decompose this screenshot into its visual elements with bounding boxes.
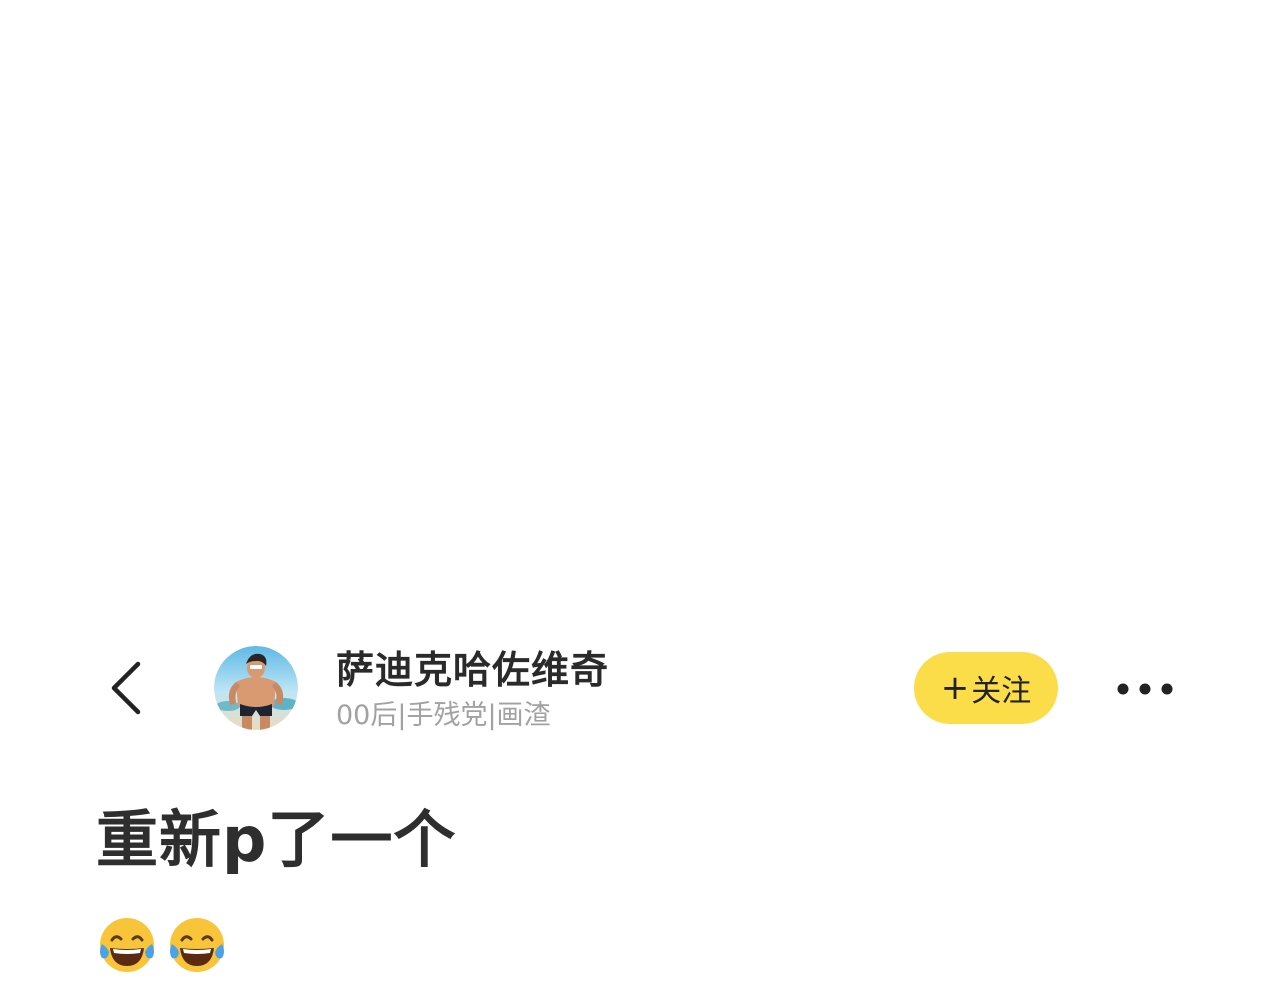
chevron-left-icon <box>111 661 141 715</box>
back-button[interactable] <box>96 650 156 726</box>
face-with-tears-of-joy-icon <box>170 918 224 972</box>
post-emojis <box>96 914 228 976</box>
face-with-tears-of-joy-icon <box>100 918 154 972</box>
more-dots-icon <box>1117 683 1173 695</box>
plus-icon: + <box>940 668 970 708</box>
avatar[interactable] <box>214 646 298 730</box>
username[interactable]: 萨迪克哈佐维奇 <box>336 644 609 696</box>
more-button[interactable] <box>1110 664 1180 714</box>
image-area-blank <box>0 0 1280 620</box>
follow-label: 关注 <box>971 674 1032 709</box>
follow-button[interactable]: + 关注 <box>914 652 1058 724</box>
post-title: 重新p了一个 <box>96 803 457 876</box>
user-tags: 00后|手残党|画渣 <box>336 700 551 731</box>
user-avatar-image <box>214 646 298 730</box>
post-detail-page: 萨迪克哈佐维奇 00后|手残党|画渣 + 关注 重新p了一个 <box>0 0 1280 1000</box>
